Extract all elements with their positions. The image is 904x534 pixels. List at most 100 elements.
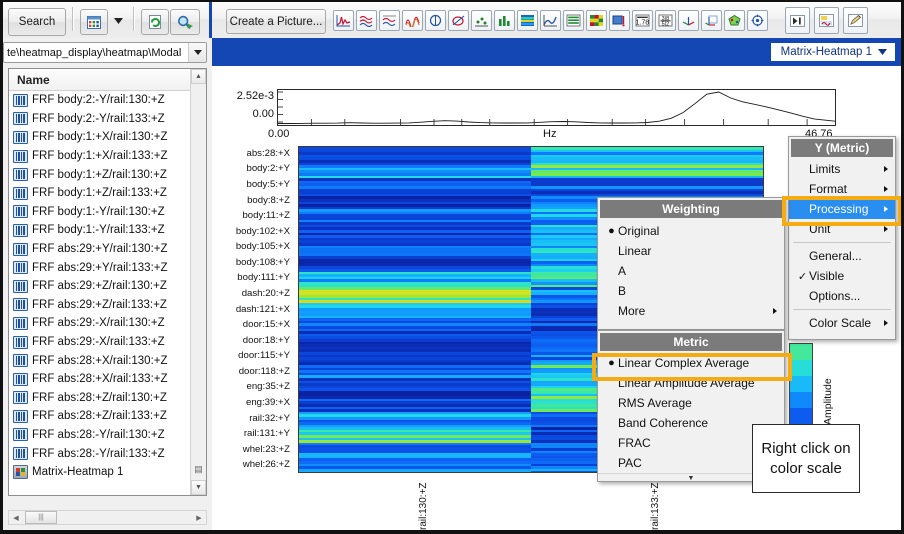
picture-layout-icon[interactable] <box>814 7 839 34</box>
list-item[interactable]: FRF abs:29:+Y/rail:133:+Z <box>9 258 190 277</box>
tree-horizontal-scrollbar[interactable]: ◀ ||| ▶ <box>8 510 207 525</box>
right-toolbar <box>785 7 868 34</box>
tree-column-header: Name <box>9 69 190 91</box>
tree-vertical-scrollbar[interactable]: ▲ ▤ ▼ <box>190 69 206 495</box>
list-item-label: FRF body:2:-Y/rail:133:+Z <box>32 112 165 125</box>
scroll-thumb[interactable]: ▤ <box>191 458 206 480</box>
menu-item-label: A <box>618 264 627 278</box>
refresh-button[interactable] <box>141 9 169 35</box>
geometry-icon[interactable] <box>724 10 745 31</box>
list-item[interactable]: FRF body:1:+Z/rail:133:+Z <box>9 184 190 203</box>
annotation-icon[interactable] <box>609 10 630 31</box>
menu-item[interactable]: ● Original <box>598 221 784 241</box>
list-item[interactable]: FRF abs:28:+Z/rail:130:+Z <box>9 389 190 408</box>
numeric-value-icon[interactable]: 1.78 <box>632 10 653 31</box>
spectrum-ymax-tick: 2.52e-3 <box>236 90 274 102</box>
menu-item[interactable]: General... <box>789 246 895 266</box>
target-icon[interactable] <box>747 10 768 31</box>
weighting-menu[interactable]: Weighting ● Original Linear A B More <box>597 197 785 330</box>
menu-item-label: PAC <box>618 456 642 470</box>
menu-item-label: Format <box>809 182 848 196</box>
scroll-down-arrow[interactable]: ▼ <box>191 480 206 495</box>
heatmap-y-label: body:102:+X <box>235 225 290 237</box>
chevron-down-icon[interactable] <box>188 43 206 62</box>
heatmap-column-1 <box>299 147 531 472</box>
axes-grid-icon[interactable] <box>701 10 722 31</box>
list-item[interactable]: FRF abs:28:+X/rail:133:+Z <box>9 370 190 389</box>
menu-item[interactable]: Linear Amplitude Average <box>598 373 784 393</box>
list-item[interactable]: FRF abs:29:+Z/rail:133:+Z <box>9 296 190 315</box>
grid-view-dropdown-button[interactable] <box>108 9 128 33</box>
multi-curve-icon[interactable] <box>402 10 423 31</box>
path-combobox[interactable]: te\heatmap_display\heatmap\Modal <box>3 42 207 63</box>
y-metric-menu[interactable]: Y (Metric) Limits Format Processing Unit Gen… <box>788 136 896 340</box>
menu-item[interactable]: A <box>598 261 784 281</box>
scatter-3d-icon[interactable] <box>471 10 492 31</box>
table-icon[interactable] <box>563 10 584 31</box>
edit-icon[interactable] <box>843 7 868 34</box>
list-item[interactable]: FRF body:1:+X/rail:130:+Z <box>9 128 190 147</box>
overlay-plot-icon[interactable] <box>379 10 400 31</box>
list-item[interactable]: FRF body:1:-Y/rail:133:+Z <box>9 221 190 240</box>
list-item[interactable]: FRF abs:29:-X/rail:130:+Z <box>9 314 190 333</box>
hscroll-thumb[interactable]: ||| <box>25 511 57 524</box>
list-item[interactable]: FRF abs:28:-Y/rail:133:+Z <box>9 444 190 463</box>
list-item[interactable]: FRF body:2:-Y/rail:130:+Z <box>9 91 190 110</box>
right-click-callout: Right click on color scale <box>752 424 860 493</box>
menu-item[interactable]: B <box>598 281 784 301</box>
heatmap-y-label: eng:35:+Z <box>246 381 290 393</box>
frf-icon <box>13 298 28 312</box>
bar-chart-icon[interactable] <box>494 10 515 31</box>
menu-item[interactable]: Limits <box>789 159 895 179</box>
list-item[interactable]: Matrix-Heatmap 1 <box>9 463 190 482</box>
polar-icon[interactable] <box>448 10 469 31</box>
nyquist-icon[interactable] <box>425 10 446 31</box>
list-item[interactable]: FRF abs:29:+Y/rail:130:+Z <box>9 240 190 259</box>
spectrum-plot[interactable] <box>277 89 836 126</box>
window-frame-left <box>0 0 3 534</box>
list-item[interactable]: FRF abs:28:+Z/rail:133:+Z <box>9 407 190 426</box>
color-map-icon[interactable] <box>517 10 538 31</box>
menu-item[interactable]: ✓ Visible <box>789 266 895 286</box>
hscroll-left-arrow[interactable]: ◀ <box>9 514 23 522</box>
menu-item[interactable]: Unit <box>789 219 895 239</box>
list-item[interactable]: FRF body:1:+X/rail:133:+Z <box>9 147 190 166</box>
heatmap-y-label: body:111:+Y <box>237 272 290 284</box>
list-item[interactable]: FRF body:2:-Y/rail:133:+Z <box>9 110 190 129</box>
create-picture-button[interactable]: Create a Picture... <box>226 9 326 34</box>
search-button[interactable]: Search <box>8 8 66 36</box>
menu-item[interactable]: More <box>598 301 784 321</box>
axes-3d-icon[interactable] <box>678 10 699 31</box>
play-next-icon[interactable] <box>785 7 810 34</box>
waterfall-plot-icon[interactable] <box>356 10 377 31</box>
list-item[interactable]: FRF abs:29:+Z/rail:130:+Z <box>9 277 190 296</box>
menu-item-label: Processing <box>809 202 869 216</box>
scroll-up-arrow[interactable]: ▲ <box>191 69 206 84</box>
list-item[interactable]: FRF abs:29:-X/rail:133:+Z <box>9 333 190 352</box>
menu-item[interactable]: ● Linear Complex Average <box>598 353 784 373</box>
find-button[interactable] <box>170 9 200 35</box>
menu-item-label: Linear <box>618 244 652 258</box>
data-tree[interactable]: Name FRF body:2:-Y/rail:130:+Z FRF body:2… <box>8 68 207 496</box>
chevron-down-icon[interactable] <box>878 49 887 55</box>
list-item[interactable]: FRF abs:28:-Y/rail:130:+Z <box>9 426 190 445</box>
menu-item[interactable]: Processing <box>789 199 895 219</box>
menu-item[interactable]: RMS Average <box>598 393 784 413</box>
list-item[interactable]: FRF body:1:-Y/rail:130:+Z <box>9 203 190 222</box>
menu-item[interactable]: Color Scale <box>789 313 895 333</box>
fraction-icon[interactable]: 3|8 5|2 <box>655 10 676 31</box>
menu-item-label: More <box>618 304 646 318</box>
menu-item[interactable]: Options... <box>789 286 895 306</box>
hscroll-right-arrow[interactable]: ▶ <box>192 514 206 522</box>
menu-item[interactable]: Format <box>789 179 895 199</box>
surface-plot-icon[interactable] <box>540 10 561 31</box>
grid-view-button[interactable] <box>80 9 108 35</box>
frf-icon <box>13 168 28 182</box>
menu-item[interactable]: Linear <box>598 241 784 261</box>
heatmap-y-label: body:2:+Y <box>246 163 290 175</box>
checker-map-icon[interactable] <box>586 10 607 31</box>
list-item[interactable]: FRF abs:28:+X/rail:130:+Z <box>9 351 190 370</box>
list-item[interactable]: FRF body:1:+Z/rail:130:+Z <box>9 165 190 184</box>
plot-tab[interactable]: Matrix-Heatmap 1 <box>770 43 895 61</box>
line-plot-icon[interactable] <box>333 10 354 31</box>
